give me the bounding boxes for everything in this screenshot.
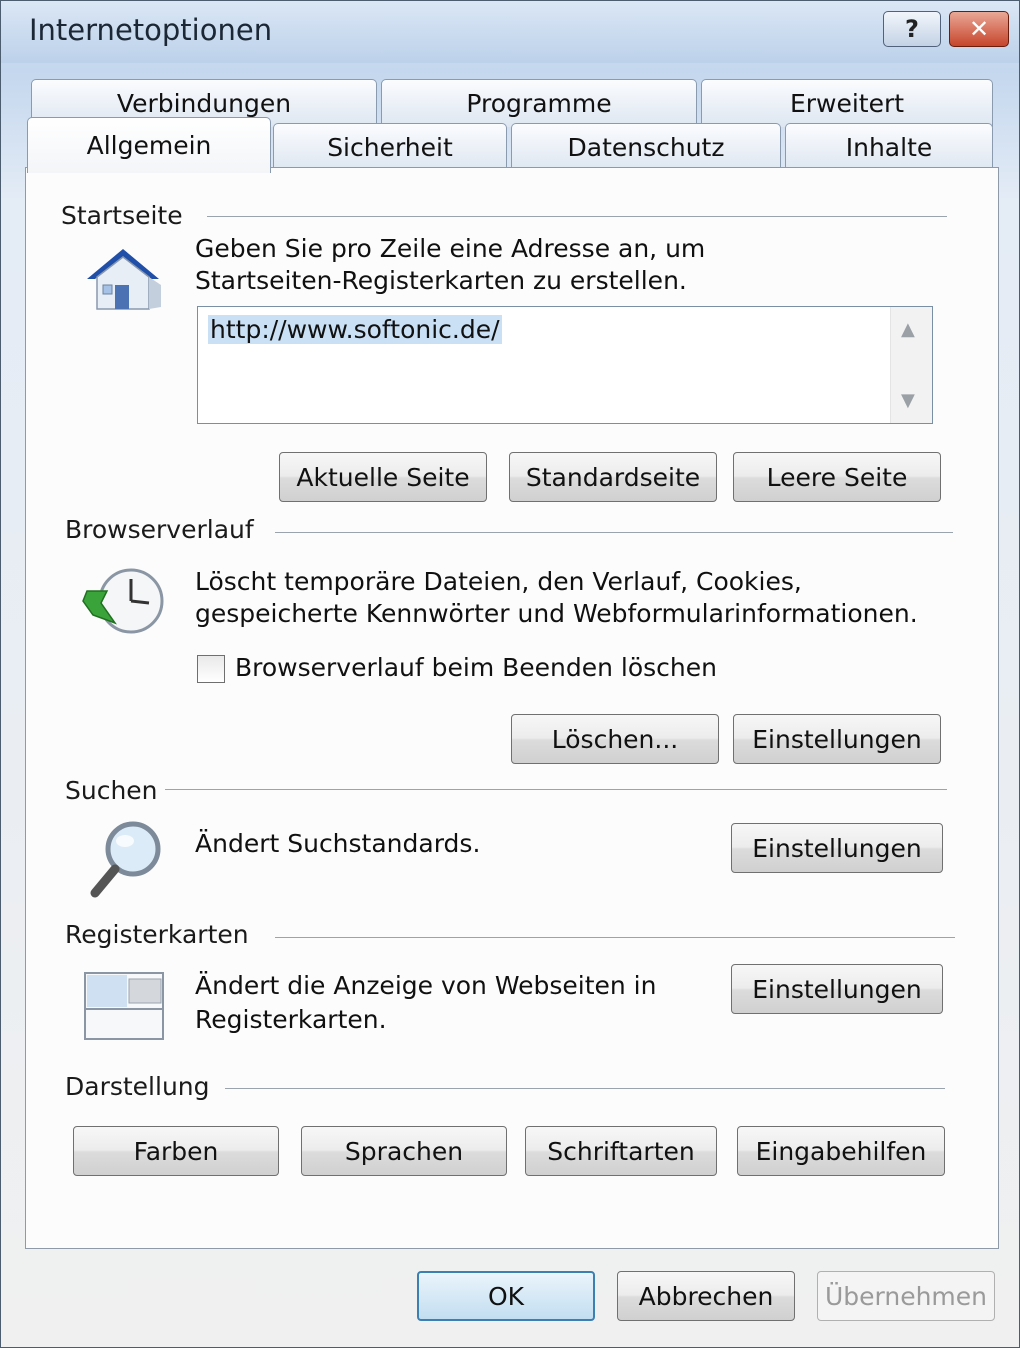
tabs-settings-button[interactable]: Einstellungen (731, 964, 943, 1014)
house-icon (87, 249, 161, 310)
magnifier-icon (90, 821, 161, 898)
tab-inhalte[interactable]: Inhalte (785, 123, 993, 171)
darstellung-heading: Darstellung (65, 1072, 210, 1101)
internet-options-window: Internetoptionen ? ✕ Verbindungen Progra… (0, 0, 1020, 1348)
homepage-url-value: http://www.softonic.de/ (208, 315, 502, 344)
delete-history-on-exit-checkbox[interactable] (197, 655, 225, 683)
registerkarten-description-line2: Registerkarten. (195, 1005, 387, 1034)
browserverlauf-heading: Browserverlauf (65, 515, 254, 544)
startseite-divider (207, 216, 947, 217)
close-button[interactable]: ✕ (949, 11, 1009, 47)
suchen-description: Ändert Suchstandards. (195, 829, 481, 858)
tab-erweitert[interactable]: Erweitert (701, 79, 993, 127)
startseite-heading: Startseite (61, 201, 183, 230)
close-icon: ✕ (968, 15, 990, 43)
suchen-heading: Suchen (65, 776, 158, 805)
tab-programme[interactable]: Programme (381, 79, 697, 127)
browserverlauf-divider (275, 532, 953, 533)
registerkarten-heading: Registerkarten (65, 920, 249, 949)
cancel-button[interactable]: Abbrechen (617, 1271, 795, 1321)
blank-page-button[interactable]: Leere Seite (733, 452, 941, 502)
darstellung-divider (225, 1088, 945, 1089)
startseite-description-line1: Geben Sie pro Zeile eine Adresse an, um (195, 234, 706, 263)
tab-datenschutz[interactable]: Datenschutz (511, 123, 781, 171)
scroll-up-icon[interactable]: ▲ (901, 319, 915, 340)
history-clock-icon (82, 568, 164, 634)
current-page-button[interactable]: Aktuelle Seite (279, 452, 487, 502)
scroll-down-icon[interactable]: ▼ (901, 390, 915, 411)
registerkarten-divider (275, 937, 955, 938)
apply-button[interactable]: Übernehmen (817, 1271, 995, 1321)
browserverlauf-description-line2: gespeicherte Kennwörter und Webformulari… (195, 599, 918, 628)
tabs-window-icon (84, 972, 164, 1040)
languages-button[interactable]: Sprachen (301, 1126, 507, 1176)
default-page-button[interactable]: Standardseite (509, 452, 717, 502)
tab-allgemein[interactable]: Allgemein (27, 117, 271, 173)
accessibility-button[interactable]: Eingabehilfen (737, 1126, 945, 1176)
fonts-button[interactable]: Schriftarten (525, 1126, 717, 1176)
help-button[interactable]: ? (883, 11, 941, 47)
textarea-scrollbar[interactable]: ▲ ▼ (890, 307, 932, 423)
delete-history-on-exit-label[interactable]: Browserverlauf beim Beenden löschen (235, 653, 717, 682)
tab-sicherheit[interactable]: Sicherheit (273, 123, 507, 171)
history-settings-button[interactable]: Einstellungen (733, 714, 941, 764)
delete-history-button[interactable]: Löschen... (511, 714, 719, 764)
title-bar[interactable]: Internetoptionen ? ✕ (1, 1, 1019, 63)
ok-button[interactable]: OK (417, 1271, 595, 1321)
registerkarten-description-line1: Ändert die Anzeige von Webseiten in (195, 971, 657, 1000)
colors-button[interactable]: Farben (73, 1126, 279, 1176)
search-settings-button[interactable]: Einstellungen (731, 823, 943, 873)
suchen-divider (165, 789, 947, 790)
window-title: Internetoptionen (29, 13, 273, 47)
startseite-description-line2: Startseiten-Registerkarten zu erstellen. (195, 266, 687, 295)
homepage-url-textarea[interactable]: http://www.softonic.de/ ▲ ▼ (197, 306, 933, 424)
help-icon: ? (905, 15, 919, 43)
browserverlauf-description-line1: Löscht temporäre Dateien, den Verlauf, C… (195, 567, 802, 596)
